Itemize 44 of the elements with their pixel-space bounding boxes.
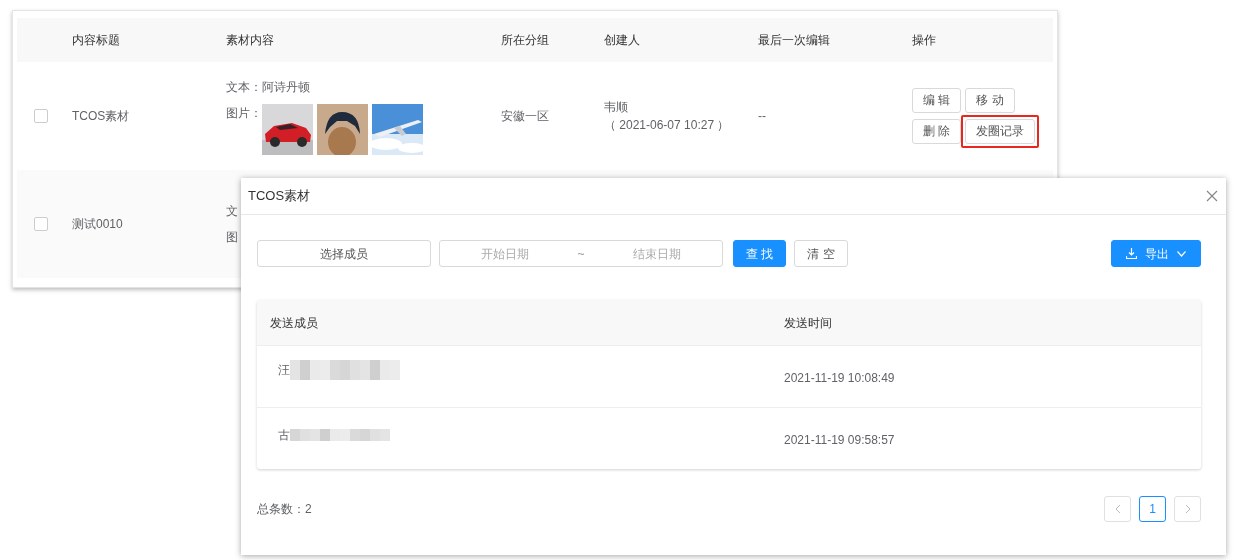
clear-button[interactable]: 清 空 bbox=[794, 240, 848, 267]
member-name: 汪 bbox=[278, 361, 290, 379]
row-title: 测试0010 bbox=[72, 217, 123, 231]
send-time: 2021-11-19 10:08:49 bbox=[784, 370, 895, 385]
start-date-input[interactable]: 开始日期 bbox=[440, 243, 570, 264]
total-count: 总条数：2 bbox=[257, 501, 312, 518]
export-label: 导出 bbox=[1145, 245, 1169, 263]
next-page-button[interactable] bbox=[1174, 496, 1201, 522]
range-separator: ~ bbox=[576, 245, 586, 263]
text-label: 文本： bbox=[226, 78, 262, 96]
column-header: 所在分组 bbox=[501, 33, 549, 47]
member-select[interactable]: 选择成员 bbox=[257, 240, 431, 267]
creator-name: 韦顺 bbox=[604, 99, 629, 116]
column-header: 发送成员 bbox=[270, 315, 318, 330]
image-label: 图片： bbox=[226, 104, 262, 122]
action-button[interactable]: 发圈记录 bbox=[965, 119, 1036, 144]
chevron-right-icon bbox=[1184, 504, 1191, 514]
row-title: TCOS素材 bbox=[72, 109, 130, 123]
column-header: 发送时间 bbox=[784, 315, 832, 330]
download-icon bbox=[1126, 248, 1137, 259]
group-name: 安徽一区 bbox=[501, 109, 549, 123]
member-name: 古 bbox=[278, 426, 290, 444]
created-time: （ 2021-06-07 10:27 ） bbox=[604, 117, 731, 134]
action-button[interactable]: 编 辑 bbox=[912, 88, 962, 113]
row-checkbox[interactable] bbox=[34, 217, 48, 231]
prev-page-button[interactable] bbox=[1104, 496, 1131, 522]
close-icon[interactable] bbox=[1206, 190, 1218, 202]
send-time: 2021-11-19 09:58:57 bbox=[784, 432, 895, 447]
action-button[interactable]: 移 动 bbox=[965, 88, 1015, 113]
column-header: 素材内容 bbox=[226, 33, 274, 47]
chevron-left-icon bbox=[1114, 504, 1121, 514]
dialog-title: TCOS素材 bbox=[248, 187, 311, 206]
end-date-input[interactable]: 结束日期 bbox=[592, 243, 722, 264]
image-label: 图 bbox=[226, 229, 238, 246]
text-content: 阿诗丹顿 bbox=[262, 78, 310, 96]
column-header: 创建人 bbox=[604, 33, 640, 47]
row-checkbox[interactable] bbox=[34, 109, 48, 123]
column-header: 最后一次编辑 bbox=[758, 33, 830, 47]
text-label: 文 bbox=[226, 203, 238, 220]
last-edit: -- bbox=[758, 109, 766, 123]
column-header: 内容标题 bbox=[72, 33, 120, 47]
caret-icon bbox=[1177, 250, 1186, 257]
action-button[interactable]: 删 除 bbox=[912, 119, 962, 144]
column-header: 操作 bbox=[912, 33, 936, 47]
